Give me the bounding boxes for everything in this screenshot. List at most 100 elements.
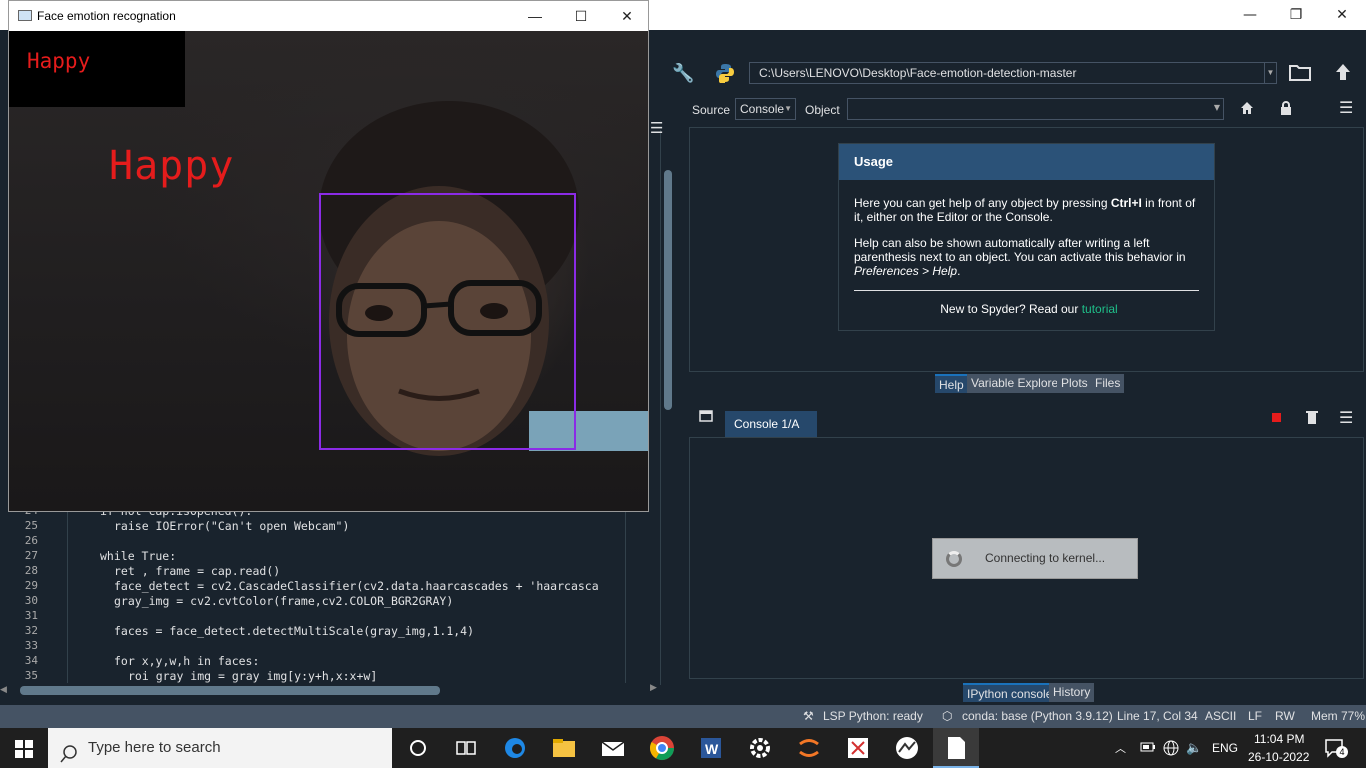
task-view-icon[interactable]: [452, 734, 480, 762]
tab-help[interactable]: Help: [935, 374, 968, 393]
lock-icon[interactable]: [1280, 101, 1294, 117]
emotion-label-large: Happy: [109, 143, 235, 189]
webcam-frame: Happy Happy: [9, 31, 648, 511]
cortana-icon[interactable]: [404, 734, 432, 762]
menu-icon[interactable]: ☰: [1339, 100, 1355, 116]
code-line[interactable]: gray_img = cv2.cvtColor(frame,cv2.COLOR_…: [114, 594, 453, 608]
svg-text:W: W: [705, 741, 719, 757]
line-number: 25: [24, 519, 38, 532]
cube-icon: ⬡: [942, 709, 953, 723]
lsp-icon: ⚒: [803, 709, 814, 723]
battery-icon[interactable]: [1140, 740, 1156, 754]
line-number: 27: [24, 549, 38, 562]
globe-icon[interactable]: [1162, 739, 1180, 757]
arrow-right-icon[interactable]: ▶: [650, 683, 657, 693]
spinner-icon: [946, 551, 962, 567]
minimize-icon[interactable]: —: [512, 1, 558, 31]
wrench-icon[interactable]: 🔧: [672, 63, 694, 84]
word-icon[interactable]: W: [697, 734, 725, 762]
source-label: Source: [692, 103, 731, 117]
close-icon[interactable]: ✕: [1319, 0, 1365, 30]
notification-count: 4: [1336, 746, 1348, 758]
object-input[interactable]: ▼: [847, 98, 1224, 120]
object-label: Object: [805, 103, 840, 117]
usage-p1-text: Here you can get help of any object by p…: [854, 196, 1111, 210]
chrome-icon[interactable]: [648, 734, 676, 762]
menu-icon[interactable]: ☰: [650, 120, 666, 136]
tab-files[interactable]: Files: [1091, 374, 1125, 393]
code-line[interactable]: raise IOError("Can't open Webcam"): [114, 519, 349, 533]
maximize-icon[interactable]: ☐: [558, 1, 604, 31]
tab-console-1a[interactable]: Console 1/A ✕: [725, 411, 817, 457]
mail-icon[interactable]: [599, 734, 627, 762]
language-indicator[interactable]: ENG: [1212, 741, 1238, 755]
code-line[interactable]: roi gray img = gray img[y:y+h,x:x+w]: [128, 669, 377, 683]
close-icon[interactable]: ✕: [604, 1, 650, 31]
code-line[interactable]: face_detect = cv2.CascadeClassifier(cv2.…: [114, 579, 599, 593]
active-app-tile[interactable]: [933, 728, 979, 768]
jupyter-icon[interactable]: [795, 734, 823, 762]
arrow-up-icon[interactable]: [1334, 62, 1352, 84]
window-icon[interactable]: [699, 410, 713, 424]
tab-history[interactable]: History: [1049, 683, 1095, 702]
connecting-text: Connecting to kernel...: [985, 551, 1106, 565]
arrow-left-icon[interactable]: ◀: [0, 685, 7, 695]
line-number: 33: [24, 639, 38, 652]
chevron-down-icon[interactable]: ▼: [1264, 63, 1276, 83]
menu-icon[interactable]: ☰: [1339, 410, 1355, 426]
tab-plots[interactable]: Plots: [1057, 374, 1092, 393]
settings-gear-icon[interactable]: [746, 734, 774, 762]
home-icon[interactable]: [1240, 101, 1256, 117]
trash-icon[interactable]: [1306, 410, 1318, 425]
usage-paragraph-1: Here you can get help of any object by p…: [854, 196, 1204, 224]
connecting-kernel-dialog: Connecting to kernel...: [932, 538, 1138, 579]
code-line[interactable]: ret , frame = cap.read(): [114, 564, 280, 578]
taskbar-search-box[interactable]: Type here to search: [48, 728, 392, 768]
face-bounding-box: [319, 193, 576, 450]
cursor-position: Line 17, Col 34: [1117, 709, 1198, 723]
cv-window-titlebar[interactable]: Face emotion recognation — ☐ ✕: [9, 1, 648, 31]
clock-time[interactable]: 11:04 PM: [1254, 732, 1304, 746]
cv-window-title: Face emotion recognation: [37, 9, 176, 23]
minimize-icon[interactable]: —: [1227, 0, 1273, 30]
stop-icon[interactable]: [1272, 413, 1281, 422]
file-explorer-icon[interactable]: [550, 734, 578, 762]
memory-usage: Mem 77%: [1311, 709, 1366, 723]
working-directory-value: C:\Users\LENOVO\Desktop\Face-emotion-det…: [759, 66, 1077, 80]
snipping-tool-icon[interactable]: [844, 734, 872, 762]
lsp-status: LSP Python: ready: [823, 709, 923, 723]
working-directory-input[interactable]: C:\Users\LENOVO\Desktop\Face-emotion-det…: [749, 62, 1277, 84]
editor-horizontal-scrollbar[interactable]: ▶: [8, 683, 658, 697]
folder-icon[interactable]: [1289, 62, 1311, 84]
line-number: 32: [24, 624, 38, 637]
code-line[interactable]: faces = face_detect.detectMultiScale(gra…: [114, 624, 474, 638]
notification-icon[interactable]: 4: [1324, 738, 1348, 758]
scrollbar-thumb[interactable]: [664, 170, 672, 410]
edge-line: [625, 505, 626, 683]
chevron-up-icon[interactable]: ︿: [1115, 740, 1126, 756]
anaconda-icon[interactable]: [893, 734, 921, 762]
line-number: 30: [24, 594, 38, 607]
python-icon[interactable]: [715, 63, 735, 84]
tab-ipython-console[interactable]: IPython console: [963, 683, 1057, 702]
tab-variable-explorer[interactable]: Variable Explorer: [967, 374, 1067, 393]
clock-date[interactable]: 26-10-2022: [1248, 750, 1309, 764]
search-icon: [60, 739, 78, 763]
tutorial-link[interactable]: tutorial: [1082, 302, 1118, 316]
windows-start-icon[interactable]: [15, 740, 33, 758]
line-number: 28: [24, 564, 38, 577]
edge-icon[interactable]: [501, 734, 529, 762]
usage-title: Usage: [839, 144, 1214, 180]
code-line[interactable]: while True:: [100, 549, 176, 563]
encoding: ASCII: [1205, 709, 1237, 723]
line-number: 26: [24, 534, 38, 547]
editor-vertical-scrollbar[interactable]: [660, 130, 676, 685]
line-number: 31: [24, 609, 38, 622]
code-line[interactable]: for x,y,w,h in faces:: [114, 654, 259, 668]
volume-icon[interactable]: 🔈: [1186, 740, 1202, 756]
restore-icon[interactable]: ❐: [1273, 0, 1319, 30]
scrollbar-thumb[interactable]: [20, 686, 440, 695]
divider: [854, 290, 1199, 291]
cv-window: Face emotion recognation — ☐ ✕ Happy Hap…: [8, 0, 649, 512]
source-combo[interactable]: Console ▼: [735, 98, 796, 120]
